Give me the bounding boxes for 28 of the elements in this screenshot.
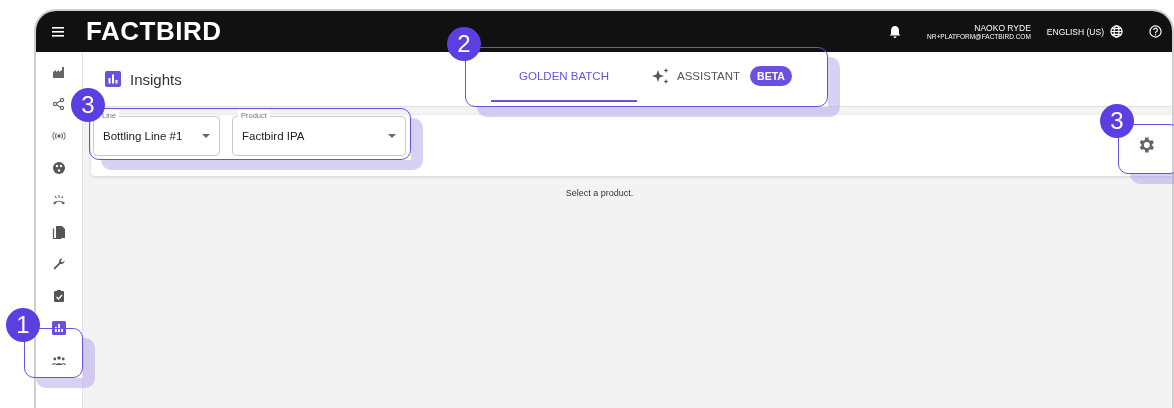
files-icon <box>52 225 66 239</box>
tab[interactable]: ASSISTANT BETA <box>637 52 806 102</box>
insights-icon <box>105 71 121 87</box>
callout-shadow <box>36 338 95 388</box>
beta-badge: BETA <box>750 66 792 86</box>
page-title: Insights <box>130 70 182 88</box>
globe-icon[interactable] <box>1110 25 1123 38</box>
empty-state-message: Select a product. <box>564 188 635 198</box>
user-name: NAOKO RYDE <box>974 23 1031 33</box>
bell-icon[interactable] <box>889 25 902 38</box>
broadcast-icon <box>52 129 66 143</box>
dropdown-caret-icon <box>202 134 210 138</box>
wrench-icon <box>52 257 66 271</box>
insights-icon <box>52 321 66 335</box>
phone-hangup-icon <box>52 193 66 207</box>
factory-icon <box>52 65 66 79</box>
circle-dots-icon <box>52 161 66 175</box>
sparkle-icon <box>651 67 671 85</box>
clipboard-check-icon <box>52 289 66 303</box>
dropdown-caret-icon <box>388 134 396 138</box>
help-icon[interactable] <box>1149 25 1162 38</box>
menu-icon[interactable] <box>52 26 64 37</box>
group-icon <box>52 353 66 367</box>
step-number-badge: 1 <box>6 308 40 342</box>
language-selector[interactable]: ENGLISH (US) <box>1046 26 1104 37</box>
tab[interactable]: GOLDEN BATCH <box>491 52 637 102</box>
logo[interactable]: FACTBIRD <box>86 16 222 47</box>
share-icon <box>52 97 66 111</box>
